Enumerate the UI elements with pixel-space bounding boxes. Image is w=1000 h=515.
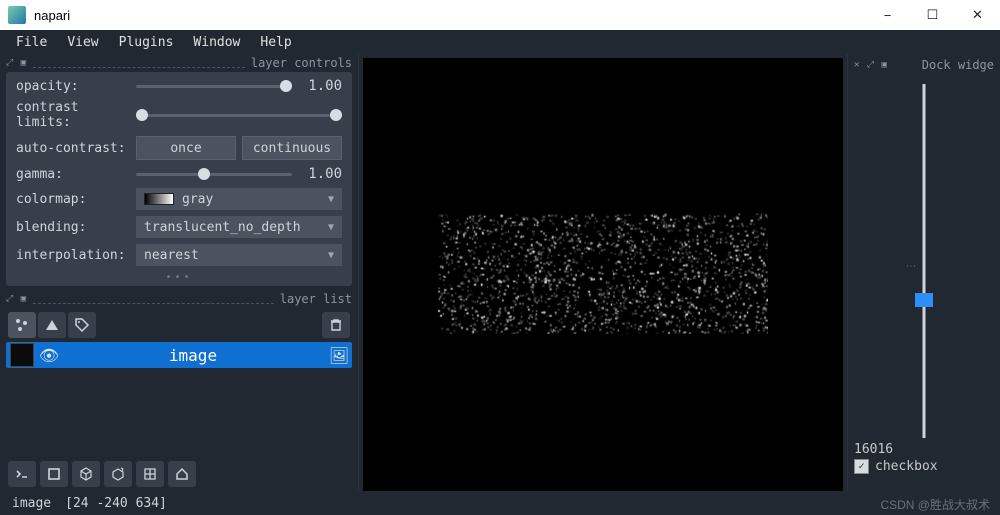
opacity-value: 1.00 xyxy=(300,78,342,94)
undock-icon[interactable]: ⤢ ▣ xyxy=(6,58,27,68)
close-button[interactable]: ✕ xyxy=(955,0,1000,30)
chevron-down-icon: ▼ xyxy=(328,250,334,261)
layer-controls-header: ⤢ ▣ layer controls xyxy=(0,54,358,72)
add-shapes-layer-button[interactable] xyxy=(38,312,66,338)
shapes-icon xyxy=(44,317,60,333)
canvas[interactable] xyxy=(363,58,843,493)
menu-view[interactable]: View xyxy=(57,33,108,52)
console-icon xyxy=(14,466,30,482)
watermark: CSDN @胜战大叔术 xyxy=(880,496,990,513)
maximize-button[interactable]: ☐ xyxy=(910,0,955,30)
image-content xyxy=(438,213,768,333)
reset-view-button[interactable] xyxy=(168,461,196,487)
layer-row[interactable]: 👁 image 🖼 xyxy=(6,342,352,368)
window-title: napari xyxy=(34,8,70,23)
delete-layer-button[interactable] xyxy=(322,312,350,338)
cube-icon xyxy=(78,466,94,482)
visibility-toggle-icon[interactable]: 👁 xyxy=(38,346,60,365)
layer-list-header: ⤢ ▣ layer list xyxy=(0,290,358,308)
checkbox-label: checkbox xyxy=(875,459,938,474)
roll-dims-button[interactable] xyxy=(72,461,100,487)
menu-help[interactable]: Help xyxy=(250,33,301,52)
colormap-label: colormap: xyxy=(16,192,136,207)
gamma-slider[interactable] xyxy=(136,166,292,182)
blending-select[interactable]: translucent_no_depth▼ xyxy=(136,216,342,238)
trash-icon xyxy=(328,317,344,333)
undock-icon[interactable]: ✕ ⤢ ▣ xyxy=(854,60,888,70)
menu-window[interactable]: Window xyxy=(183,33,250,52)
transpose-button[interactable] xyxy=(104,461,132,487)
rotate-cube-icon xyxy=(110,466,126,482)
colormap-select[interactable]: gray▼ xyxy=(136,188,342,210)
threshold-value: 16016 xyxy=(854,442,994,457)
image-icon: 🖼 xyxy=(326,346,352,365)
blending-label: blending: xyxy=(16,220,136,235)
auto-contrast-label: auto-contrast: xyxy=(16,141,136,156)
drag-handle-icon[interactable]: ••• xyxy=(16,272,342,284)
menu-plugins[interactable]: Plugins xyxy=(109,33,184,52)
layer-tools xyxy=(0,308,358,342)
layer-controls-panel: opacity: 1.00 contrast limits: auto-cont… xyxy=(6,72,352,286)
opacity-slider[interactable] xyxy=(136,78,292,94)
auto-contrast-continuous-button[interactable]: continuous xyxy=(242,136,342,160)
drag-handle-icon[interactable]: ⋮ xyxy=(905,261,916,271)
menu-file[interactable]: File xyxy=(6,33,57,52)
ndisplay-button[interactable] xyxy=(40,461,68,487)
layer-thumbnail xyxy=(10,343,34,367)
auto-contrast-once-button[interactable]: once xyxy=(136,136,236,160)
app-icon xyxy=(8,6,26,24)
left-panel: ⤢ ▣ layer controls opacity: 1.00 contras… xyxy=(0,54,358,515)
undock-icon[interactable]: ⤢ ▣ xyxy=(6,294,27,304)
threshold-slider[interactable]: ⋮ xyxy=(915,84,933,438)
home-icon xyxy=(174,466,190,482)
colormap-swatch-icon xyxy=(144,193,174,205)
chevron-down-icon: ▼ xyxy=(328,222,334,233)
layer-list: 👁 image 🖼 xyxy=(0,342,358,368)
viewer-panel: 0 ▶ ⏮ ⏭ 24 | 49 xyxy=(358,54,847,515)
gamma-value: 1.00 xyxy=(300,166,342,182)
opacity-label: opacity: xyxy=(16,79,136,94)
console-button[interactable] xyxy=(8,461,36,487)
interpolation-select[interactable]: nearest▼ xyxy=(136,244,342,266)
chevron-down-icon: ▼ xyxy=(328,194,334,205)
add-points-layer-button[interactable] xyxy=(8,312,36,338)
add-labels-layer-button[interactable] xyxy=(68,312,96,338)
contrast-limits-label: contrast limits: xyxy=(16,100,136,130)
layer-name: image xyxy=(60,346,326,365)
dock-widget-panel: ✕ ⤢ ▣ Dock widge ⋮ 16016 ✓ checkbox rang… xyxy=(847,54,1000,515)
minimize-button[interactable]: − xyxy=(865,0,910,30)
interpolation-label: interpolation: xyxy=(16,248,136,263)
square-icon xyxy=(46,466,62,482)
contrast-limits-slider[interactable] xyxy=(136,107,342,123)
viewer-toolbar xyxy=(0,457,374,491)
tag-icon xyxy=(74,317,90,333)
grid-button[interactable] xyxy=(136,461,164,487)
status-coordinates: [24 -240 634] xyxy=(65,496,167,511)
title-bar: napari − ☐ ✕ xyxy=(0,0,1000,30)
checkbox[interactable]: ✓ xyxy=(854,459,869,474)
status-layer-name: image xyxy=(12,496,51,511)
grid-icon xyxy=(142,466,158,482)
gamma-label: gamma: xyxy=(16,167,136,182)
points-icon xyxy=(14,317,30,333)
menu-bar: File View Plugins Window Help xyxy=(0,30,1000,54)
status-bar: image [24 -240 634] xyxy=(0,491,1000,515)
dock-widget-header: ✕ ⤢ ▣ Dock widge xyxy=(854,56,994,74)
